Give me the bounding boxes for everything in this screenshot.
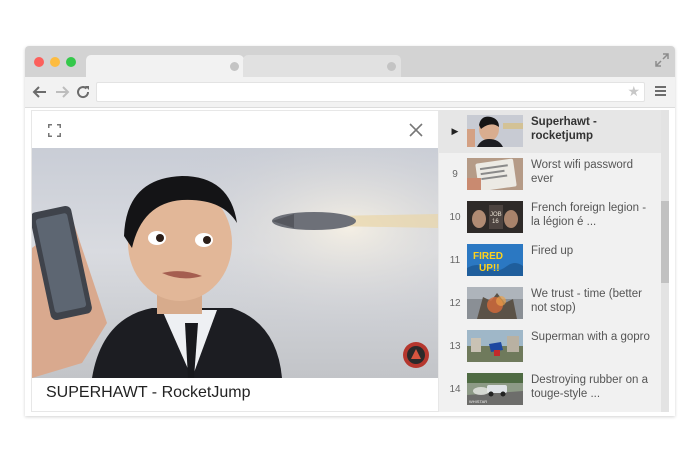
playlist-item-number: 11 — [449, 255, 461, 266]
playlist: ▶ Superhawt - rocketjump 9 Worst wifi pa… — [439, 110, 669, 412]
player-header — [32, 111, 438, 148]
video-player: SUPERHAWT - RocketJump — [31, 110, 439, 412]
playlist-item-number: 14 — [449, 384, 461, 395]
browser-window: ★ SUPERHAWT - RocketJump ▶ Superhawt - r… — [25, 46, 675, 416]
svg-text:UP!!: UP!! — [479, 263, 500, 274]
playlist-item[interactable]: 14 WHISTAR Destroying rubber on a touge-… — [439, 368, 661, 411]
expand-icon[interactable] — [655, 53, 669, 67]
fullscreen-icon[interactable] — [48, 124, 61, 137]
close-window-button[interactable] — [34, 57, 44, 67]
svg-text:JOB: JOB — [490, 212, 502, 218]
playlist-thumbnail: WHISTAR — [467, 373, 523, 405]
playlist-thumbnail: FIRED UP!! — [467, 244, 523, 276]
playlist-item[interactable]: 13 Superman with a gopro — [439, 325, 661, 368]
playlist-item-title: Worst wifi password ever — [531, 159, 634, 185]
playlist-item[interactable]: 10 JOB 16 French foreign legion - la lég… — [439, 196, 661, 239]
playlist-item-title: Superhawt - rocketjump — [531, 116, 597, 142]
playlist-item-title: French foreign legion - la légion é ... — [531, 202, 647, 228]
playlist-item-title: Destroying rubber on a touge-style ... — [531, 374, 648, 400]
back-arrow-icon[interactable] — [32, 84, 48, 100]
tab-close-icon[interactable] — [387, 62, 396, 71]
playlist-item-number: 10 — [449, 212, 461, 223]
tab-close-icon[interactable] — [230, 62, 239, 71]
browser-toolbar: ★ — [25, 77, 675, 108]
now-playing-icon: ▶ — [451, 126, 459, 136]
playlist-item-number: 9 — [452, 169, 458, 180]
svg-text:16: 16 — [492, 219, 499, 225]
reload-icon[interactable] — [75, 84, 91, 100]
playlist-item[interactable]: 12 We trust - time (better not stop) — [439, 282, 661, 325]
svg-text:FIRED: FIRED — [473, 251, 503, 262]
close-icon[interactable] — [409, 123, 423, 137]
browser-tab-inactive[interactable] — [243, 55, 401, 77]
playlist-item-title: We trust - time (better not stop) — [531, 288, 642, 314]
playlist-item-title: Fired up — [531, 245, 574, 257]
browser-tab-active[interactable] — [86, 55, 244, 77]
playlist-item[interactable]: 11 FIRED UP!! Fired up — [439, 239, 661, 282]
playlist-thumbnail — [467, 287, 523, 319]
video-frame[interactable] — [32, 148, 438, 378]
playlist-item-number: 12 — [449, 298, 461, 309]
address-bar[interactable]: ★ — [96, 82, 645, 102]
svg-text:WHISTAR: WHISTAR — [469, 399, 487, 404]
playlist-thumbnail: JOB 16 — [467, 201, 523, 233]
playlist-item-number: 13 — [449, 341, 461, 352]
playlist-item[interactable]: ▶ Superhawt - rocketjump — [439, 110, 661, 153]
title-bar — [25, 46, 675, 77]
playlist-item-title: Superman with a gopro — [531, 331, 650, 343]
video-still — [32, 148, 438, 378]
playlist-thumbnail — [467, 158, 523, 190]
playlist-scrollbar-thumb[interactable] — [661, 201, 669, 283]
playlist-item[interactable]: 9 Worst wifi password ever — [439, 153, 661, 196]
bookmark-star-icon[interactable]: ★ — [627, 84, 640, 100]
forward-arrow-icon[interactable] — [54, 84, 70, 100]
maximize-window-button[interactable] — [66, 57, 76, 67]
playlist-thumbnail — [467, 115, 523, 147]
playlist-thumbnail — [467, 330, 523, 362]
video-title: SUPERHAWT - RocketJump — [46, 384, 251, 401]
minimize-window-button[interactable] — [50, 57, 60, 67]
menu-icon[interactable] — [655, 86, 667, 98]
page-content: SUPERHAWT - RocketJump ▶ Superhawt - roc… — [31, 110, 669, 412]
